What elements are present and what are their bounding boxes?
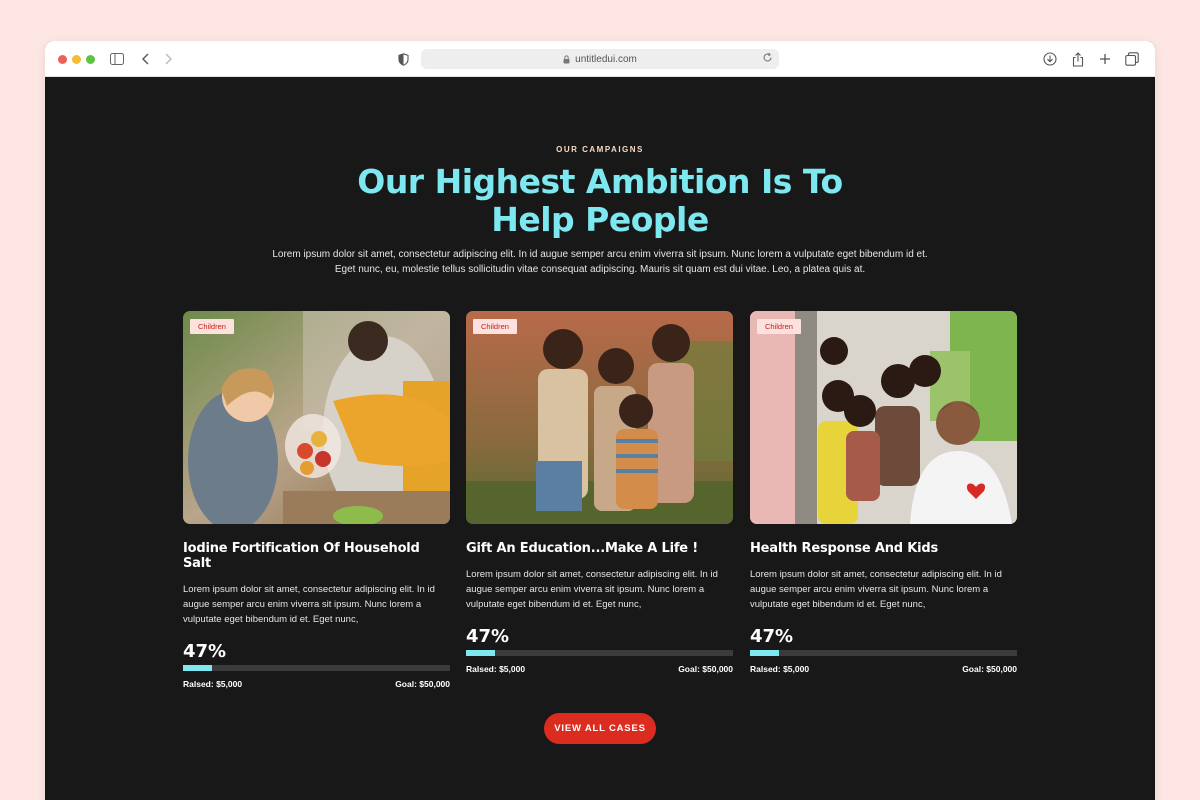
funding-summary: Ralsed: $5,000 Goal: $50,000 bbox=[183, 679, 450, 689]
goal-amount: Goal: $50,000 bbox=[962, 664, 1017, 674]
headline-line-2: Help People bbox=[491, 200, 709, 239]
back-icon[interactable] bbox=[137, 50, 155, 68]
intro-line-1: Lorem ipsum dolor sit amet, consectetur … bbox=[272, 249, 928, 260]
section-headline: Our Highest Ambition Is To Help People bbox=[45, 163, 1155, 239]
new-tab-icon[interactable] bbox=[1096, 50, 1114, 68]
campaigns-section: OUR CAMPAIGNS Our Highest Ambition Is To… bbox=[45, 77, 1155, 800]
download-icon[interactable] bbox=[1041, 50, 1059, 68]
campaign-photo-food-donation[interactable]: Children bbox=[183, 311, 450, 524]
sidebar-icon[interactable] bbox=[108, 50, 126, 68]
campaign-cards: Children Iodine Fortification Of Househo… bbox=[183, 311, 1017, 691]
category-badge: Children bbox=[473, 319, 517, 334]
progress-bar-fill bbox=[466, 650, 496, 656]
address-bar[interactable]: untitledui.com bbox=[421, 49, 779, 69]
campaign-photo-health-volunteer[interactable]: Children bbox=[750, 311, 1017, 524]
category-badge: Children bbox=[190, 319, 234, 334]
goal-amount: Goal: $50,000 bbox=[678, 664, 733, 674]
campaign-card[interactable]: Children Health Response And Kids Lorem … bbox=[750, 311, 1017, 674]
headline-line-1: Our Highest Ambition Is To bbox=[357, 162, 843, 201]
category-badge: Children bbox=[757, 319, 801, 334]
campaign-card[interactable]: Children Iodine Fortification Of Househo… bbox=[183, 311, 450, 689]
campaign-title[interactable]: Health Response And Kids bbox=[750, 541, 1017, 556]
tab-overview-icon[interactable] bbox=[1123, 50, 1141, 68]
campaign-photo-children-group[interactable]: Children bbox=[466, 311, 733, 524]
raised-amount: Ralsed: $5,000 bbox=[466, 664, 526, 674]
intro-line-2: Eget nunc, eu, molestie tellus sollicitu… bbox=[334, 264, 866, 275]
share-icon[interactable] bbox=[1069, 50, 1087, 68]
campaign-card[interactable]: Children Gift An Education...Make A Life… bbox=[466, 311, 733, 674]
progress-bar-fill bbox=[183, 665, 213, 671]
funding-summary: Ralsed: $5,000 Goal: $50,000 bbox=[750, 664, 1017, 674]
goal-amount: Goal: $50,000 bbox=[395, 679, 450, 689]
minimize-window-button[interactable] bbox=[72, 55, 81, 64]
campaign-title[interactable]: Gift An Education...Make A Life ! bbox=[466, 541, 733, 556]
section-intro: Lorem ipsum dolor sit amet, consectetur … bbox=[250, 247, 950, 277]
reload-icon[interactable] bbox=[762, 52, 773, 63]
progress-percent: 47% bbox=[183, 641, 227, 662]
browser-window: untitledui.com OUR CAMPAIGNS Our Highest… bbox=[45, 41, 1155, 800]
address-url: untitledui.com bbox=[575, 53, 637, 65]
campaign-description: Lorem ipsum dolor sit amet, consectetur … bbox=[183, 584, 435, 625]
browser-toolbar: untitledui.com bbox=[45, 41, 1155, 77]
zoom-window-button[interactable] bbox=[86, 55, 95, 64]
shield-icon[interactable] bbox=[394, 50, 412, 68]
raised-amount: Ralsed: $5,000 bbox=[750, 664, 810, 674]
progress-bar bbox=[183, 665, 450, 671]
lock-icon bbox=[563, 54, 570, 64]
raised-amount: Ralsed: $5,000 bbox=[183, 679, 243, 689]
campaign-description: Lorem ipsum dolor sit amet, consectetur … bbox=[466, 569, 718, 610]
funding-summary: Ralsed: $5,000 Goal: $50,000 bbox=[466, 664, 733, 674]
view-all-cases-button[interactable]: VIEW ALL CASES bbox=[544, 713, 656, 744]
campaign-description: Lorem ipsum dolor sit amet, consectetur … bbox=[750, 569, 1002, 610]
campaign-title[interactable]: Iodine Fortification Of Household Salt bbox=[183, 541, 450, 571]
forward-icon[interactable] bbox=[159, 50, 177, 68]
progress-bar-fill bbox=[750, 650, 780, 656]
progress-bar bbox=[466, 650, 733, 656]
section-eyebrow: OUR CAMPAIGNS bbox=[556, 145, 644, 154]
progress-percent: 47% bbox=[750, 626, 794, 647]
progress-bar bbox=[750, 650, 1017, 656]
close-window-button[interactable] bbox=[58, 55, 67, 64]
progress-percent: 47% bbox=[466, 626, 510, 647]
